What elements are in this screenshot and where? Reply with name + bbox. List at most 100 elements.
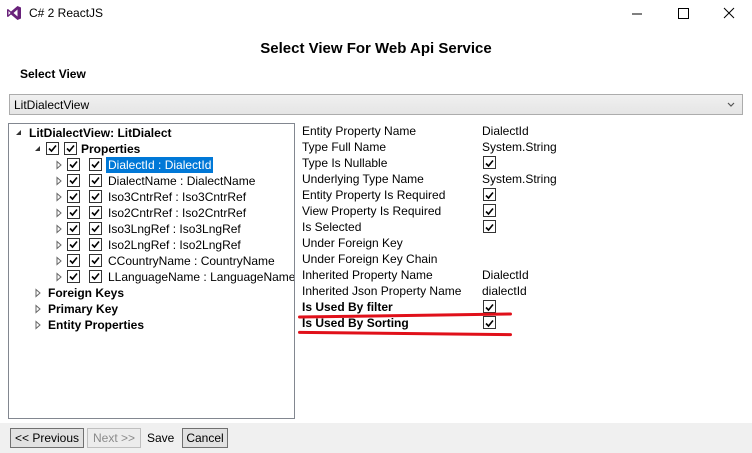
tree-item-label: CCountryName : CountryName <box>108 254 275 268</box>
item-checkbox[interactable] <box>67 190 80 203</box>
used-by-filter-checkbox[interactable] <box>483 300 496 313</box>
item-checkbox-secondary[interactable] <box>89 270 102 283</box>
collapsed-arrow-icon[interactable] <box>55 240 63 250</box>
detail-name: Under Foreign Key <box>302 236 403 250</box>
tree-item-label: DialectId : DialectId <box>106 157 214 173</box>
collapsed-arrow-icon[interactable] <box>55 256 63 266</box>
detail-row: Type Is Nullable <box>302 155 562 171</box>
item-checkbox[interactable] <box>67 158 80 171</box>
detail-name: Is Used By filter <box>302 300 393 314</box>
detail-row: Entity Property Name DialectId <box>302 123 562 139</box>
item-checkbox-secondary[interactable] <box>89 158 102 171</box>
page-title: Select View For Web Api Service <box>260 40 492 57</box>
checkmark-icon <box>91 256 100 265</box>
item-checkbox-secondary[interactable] <box>89 190 102 203</box>
detail-name: Inherited Property Name <box>302 268 433 282</box>
chevron-down-icon <box>727 102 735 107</box>
detail-checkbox[interactable] <box>483 204 496 217</box>
previous-button[interactable]: << Previous <box>10 428 84 448</box>
detail-name: Is Selected <box>302 220 362 234</box>
detail-row: Entity Property Is Required <box>302 187 562 203</box>
detail-row: Inherited Json Property Name dialectId <box>302 283 562 299</box>
tree-item-label: DialectName : DialectName <box>108 174 256 188</box>
detail-value: DialectId <box>482 268 529 282</box>
checkmark-icon <box>69 224 78 233</box>
item-checkbox-secondary[interactable] <box>89 174 102 187</box>
save-button[interactable]: Save <box>147 431 174 445</box>
select-view-label: Select View <box>20 67 86 81</box>
item-checkbox[interactable] <box>67 222 80 235</box>
detail-row: View Property Is Required <box>302 203 562 219</box>
item-checkbox[interactable] <box>67 254 80 267</box>
property-tree[interactable]: LitDialectView: LitDialect Properties Di… <box>8 123 295 419</box>
tree-root-label: LitDialectView: LitDialect <box>29 126 172 140</box>
collapsed-arrow-icon[interactable] <box>55 208 63 218</box>
collapsed-arrow-icon[interactable] <box>55 224 63 234</box>
collapsed-arrow-icon[interactable] <box>34 320 42 330</box>
detail-checkbox[interactable] <box>483 156 496 169</box>
next-button[interactable]: Next >> <box>87 428 141 448</box>
detail-name: Entity Property Name <box>302 124 417 138</box>
checkmark-icon <box>485 319 494 328</box>
view-select[interactable]: LitDialectView <box>9 94 743 115</box>
checkmark-icon <box>69 240 78 249</box>
tree-item-label: Iso2CntrRef : Iso2CntrRef <box>108 206 247 220</box>
collapsed-arrow-icon[interactable] <box>55 176 63 186</box>
checkmark-icon <box>69 272 78 281</box>
item-checkbox-secondary[interactable] <box>89 222 102 235</box>
detail-name: Entity Property Is Required <box>302 188 446 202</box>
item-checkbox-secondary[interactable] <box>89 254 102 267</box>
window-title: C# 2 ReactJS <box>29 6 104 20</box>
collapsed-arrow-icon[interactable] <box>34 304 42 314</box>
tree-item-label: LLanguageName : LanguageName <box>108 270 295 284</box>
checkmark-icon <box>69 192 78 201</box>
tree-item-label: Iso2LngRef : Iso2LngRef <box>108 238 241 252</box>
checkmark-icon <box>91 272 100 281</box>
minimize-icon <box>632 13 642 15</box>
collapsed-arrow-icon[interactable] <box>55 272 63 282</box>
detail-name: Type Is Nullable <box>302 156 388 170</box>
properties-label: Properties <box>81 142 141 156</box>
expanded-arrow-icon[interactable] <box>15 128 23 138</box>
close-button[interactable] <box>706 0 752 28</box>
collapsed-arrow-icon[interactable] <box>55 192 63 202</box>
detail-checkbox[interactable] <box>483 220 496 233</box>
detail-value: System.String <box>482 172 557 186</box>
close-icon <box>723 7 735 19</box>
properties-checkbox[interactable] <box>46 142 59 155</box>
checkmark-icon <box>91 208 100 217</box>
checkmark-icon <box>69 256 78 265</box>
item-checkbox[interactable] <box>67 270 80 283</box>
expanded-arrow-icon[interactable] <box>34 144 42 154</box>
item-checkbox-secondary[interactable] <box>89 238 102 251</box>
used-by-sorting-checkbox[interactable] <box>483 316 496 329</box>
detail-checkbox[interactable] <box>483 188 496 201</box>
visual-studio-icon <box>7 6 21 20</box>
properties-all-checkbox[interactable] <box>64 142 77 155</box>
checkmark-icon <box>69 160 78 169</box>
cancel-button[interactable]: Cancel <box>182 428 228 448</box>
minimize-button[interactable] <box>614 0 660 28</box>
tree-item-label: Iso3CntrRef : Iso3CntrRef <box>108 190 247 204</box>
item-checkbox[interactable] <box>67 206 80 219</box>
detail-value: System.String <box>482 140 557 154</box>
maximize-button[interactable] <box>660 0 706 28</box>
item-checkbox[interactable] <box>67 238 80 251</box>
checkmark-icon <box>91 224 100 233</box>
detail-row: Under Foreign Key Chain <box>302 251 562 267</box>
checkmark-icon <box>485 191 494 200</box>
collapsed-arrow-icon[interactable] <box>34 288 42 298</box>
tree-group-label: Entity Properties <box>48 318 145 332</box>
checkmark-icon <box>485 303 494 312</box>
checkmark-icon <box>485 159 494 168</box>
checkmark-icon <box>69 208 78 217</box>
detail-row: Type Full Name System.String <box>302 139 562 155</box>
title-bar: C# 2 ReactJS <box>0 0 752 28</box>
item-checkbox-secondary[interactable] <box>89 206 102 219</box>
checkmark-icon <box>485 223 494 232</box>
detail-row: Underlying Type Name System.String <box>302 171 562 187</box>
detail-row: Is Used By filter <box>302 299 562 315</box>
collapsed-arrow-icon[interactable] <box>55 160 63 170</box>
item-checkbox[interactable] <box>67 174 80 187</box>
tree-group-label: Primary Key <box>48 302 119 316</box>
